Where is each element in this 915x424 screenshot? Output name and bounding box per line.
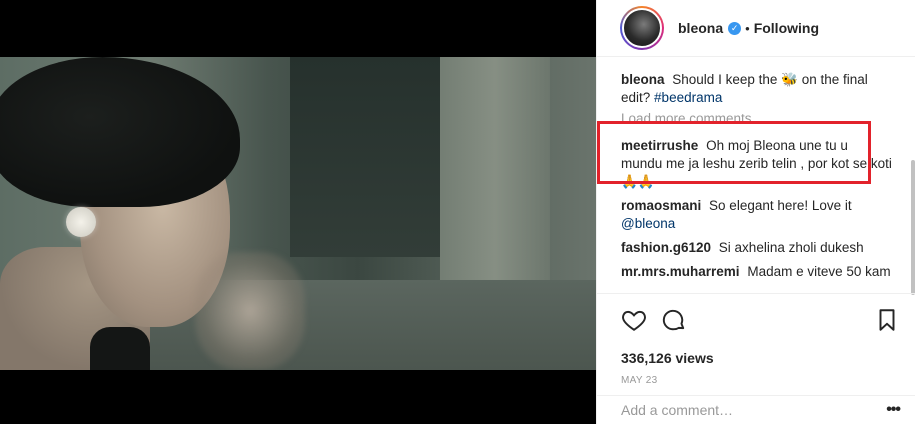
- header-username[interactable]: bleona: [678, 20, 723, 36]
- view-count[interactable]: 336,126 views: [621, 350, 900, 366]
- comment-text: Madam e viteve 50 kam: [747, 264, 891, 279]
- list-item: mr.mrs.muharremi Madam e viteve 50 kam: [621, 263, 892, 281]
- bookmark-icon[interactable]: [874, 307, 900, 333]
- comment-username[interactable]: romaosmani: [621, 198, 701, 213]
- heart-icon[interactable]: [621, 307, 647, 333]
- caption-username[interactable]: bleona: [621, 72, 665, 87]
- comment-text: So elegant here! Love it: [709, 198, 852, 213]
- list-item: fashion.g6120 Si axhelina zholi dukesh: [621, 239, 892, 257]
- bee-emoji: 🐝: [781, 72, 798, 87]
- post-header: bleona ✓ • Following: [597, 0, 915, 57]
- list-item: romaosmani So elegant here! Love it @ble…: [621, 197, 892, 233]
- action-icons: [621, 304, 900, 336]
- comment-input[interactable]: [621, 402, 887, 418]
- video-frame[interactable]: [0, 57, 596, 370]
- comment-text: Si axhelina zholi dukesh: [718, 240, 864, 255]
- comment-mention[interactable]: @bleona: [621, 216, 675, 231]
- post-actions: 336,126 views MAY 23: [597, 293, 915, 386]
- comment-username[interactable]: fashion.g6120: [621, 240, 711, 255]
- comments-list[interactable]: bleona Should I keep the 🐝 on the final …: [597, 57, 915, 293]
- add-comment-bar: •••: [597, 395, 915, 424]
- verified-badge-icon: ✓: [728, 21, 742, 35]
- post-date: MAY 23: [621, 375, 658, 386]
- caption-highlight-box: [597, 121, 871, 184]
- comment-username[interactable]: mr.mrs.muharremi: [621, 264, 740, 279]
- post-media[interactable]: [0, 0, 596, 424]
- caption-hashtag[interactable]: #beedrama: [654, 90, 722, 105]
- person-hair: [0, 57, 240, 207]
- following-button[interactable]: Following: [754, 20, 819, 36]
- background-window: [290, 57, 440, 257]
- person-dress: [90, 327, 150, 370]
- caption-text-before: Should I keep the: [672, 72, 778, 87]
- person-hand: [195, 252, 305, 370]
- caption: bleona Should I keep the 🐝 on the final …: [621, 71, 892, 107]
- comment-bubble-icon[interactable]: [661, 307, 687, 333]
- story-ring[interactable]: [620, 6, 664, 50]
- comments-scrollbar[interactable]: [911, 160, 915, 295]
- person-earring: [66, 207, 96, 237]
- header-separator: •: [745, 20, 750, 36]
- more-options-icon[interactable]: •••: [886, 401, 901, 419]
- avatar[interactable]: [622, 8, 662, 48]
- post-details-panel: bleona ✓ • Following bleona Should I kee…: [596, 0, 915, 424]
